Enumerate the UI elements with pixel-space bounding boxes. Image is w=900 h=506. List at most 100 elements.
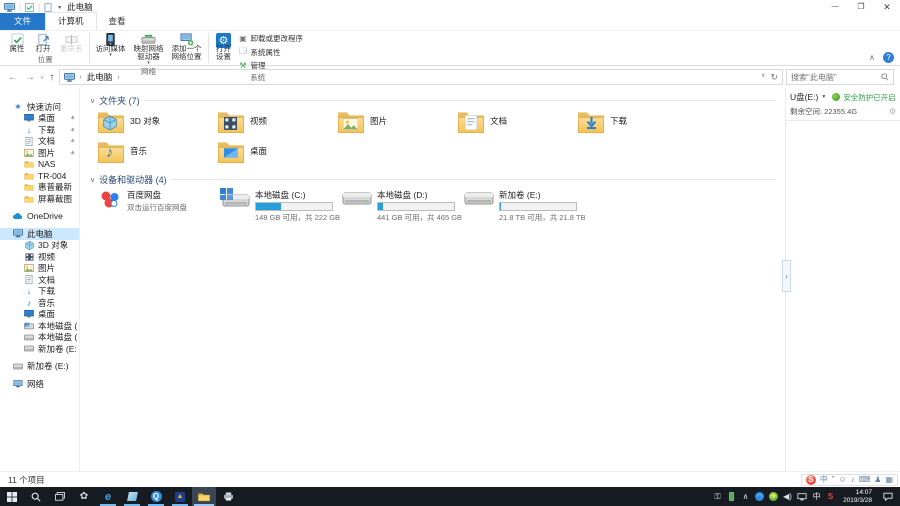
up-button[interactable]: ↑ (47, 72, 56, 83)
app-3d[interactable] (120, 487, 144, 506)
folder-tile-音乐[interactable]: ♪音乐 (98, 139, 218, 168)
sidebar-item-本地磁盘 (C:)[interactable]: 本地磁盘 (C:) (0, 320, 79, 332)
sidebar-item-视频[interactable]: 视频 (0, 251, 79, 263)
usb-drive-name[interactable]: U盘(E:) (790, 91, 818, 103)
ribbon-tab-文件[interactable]: 文件 (0, 13, 45, 30)
sidebar-item-NAS[interactable]: NAS (0, 159, 79, 171)
qat-dropdown[interactable]: ▾ (54, 4, 61, 11)
sogou-tray-icon[interactable]: S (826, 492, 835, 501)
drive-tile-新加卷 (E:)[interactable]: 新加卷 (E:)21.8 TB 可用，共 21.8 TB (464, 188, 586, 223)
volume-icon[interactable]: ◀) (783, 492, 792, 501)
chevron-down-icon[interactable]: ∨ (90, 176, 95, 184)
gear-icon[interactable]: ⚙ (889, 107, 896, 116)
action-center-icon[interactable] (880, 492, 896, 501)
ribbon-button-映射网络驱动器[interactable]: 映射网络 驱动器▾ (130, 32, 168, 66)
sogou-punct[interactable]: ” (832, 475, 835, 485)
sidebar-item-桌面[interactable]: 桌面 (0, 113, 79, 125)
sidebar-item-屏幕截图[interactable]: 屏幕截图 (0, 193, 79, 205)
sidebar-item-TR-004[interactable]: TR-004 (0, 170, 79, 182)
sidebar-item-OneDrive[interactable]: OneDrive (0, 211, 79, 223)
sidebar-item-3D 对象[interactable]: 3D 对象 (0, 240, 79, 252)
sidebar-item-音乐[interactable]: ♪音乐 (0, 297, 79, 309)
sidebar-item-快速访问[interactable]: ★快速访问 (0, 101, 79, 113)
folder-tile-下载[interactable]: 下载 (578, 109, 698, 138)
drive-tile-本地磁盘 (C:)[interactable]: 本地磁盘 (C:)148 GB 可用，共 222 GB (220, 188, 342, 223)
ribbon-collapse-icon[interactable]: ∧ (869, 53, 875, 62)
folders-section-header[interactable]: ∨ 文件夹 (7) (90, 94, 786, 107)
sidebar-item-此电脑[interactable]: 此电脑 (0, 228, 79, 240)
sidebar-item-新加卷 (E:)[interactable]: 新加卷 (E:) (0, 343, 79, 355)
app-printer[interactable] (216, 487, 240, 506)
sidebar-item-图片[interactable]: 图片 (0, 263, 79, 275)
ribbon-tab-计算机[interactable]: 计算机 (45, 12, 97, 30)
ribbon-button-卸载或更改程序[interactable]: ▣卸载或更改程序 (239, 33, 304, 44)
app-edge[interactable]: e (96, 487, 120, 506)
search-input[interactable] (791, 73, 878, 82)
ribbon-button-属性[interactable]: 属性 (4, 32, 30, 54)
help-icon[interactable]: ? (883, 52, 894, 63)
sogou-lang[interactable]: 中 (820, 475, 828, 485)
ribbon-button-打开[interactable]: 打开 (30, 32, 56, 54)
globe-tray-icon[interactable]: ◠ (755, 492, 764, 501)
usb-dropdown-icon[interactable]: ▼ (821, 94, 826, 100)
sogou-input-bar[interactable]: S 中”☺♪⌨♟▦ (801, 474, 898, 486)
folder-tile-桌面[interactable]: 桌面 (218, 139, 338, 168)
sidebar-item-文档[interactable]: 文档 (0, 274, 79, 286)
drive-tile-百度网盘[interactable]: 百度网盘双击运行百度网盘 (98, 188, 220, 223)
ribbon-button-打开设置[interactable]: ⚙打开 设置 (211, 32, 237, 62)
phone-battery-icon[interactable] (727, 492, 736, 501)
sidebar-item-新加卷 (E:)[interactable]: 新加卷 (E:) (0, 361, 79, 373)
new-item-icon[interactable] (44, 3, 52, 12)
app-netdisk[interactable]: ▲ (168, 487, 192, 506)
sidebar-item-网络[interactable]: 网络 (0, 378, 79, 390)
taskbar-search[interactable] (24, 487, 48, 506)
properties-check-icon[interactable] (25, 3, 34, 12)
sidebar-item-本地磁盘 (D:)[interactable]: 本地磁盘 (D:) (0, 332, 79, 344)
usb-device-icon[interactable]: ⚿ (713, 492, 722, 502)
sidebar-item-桌面[interactable]: 桌面 (0, 309, 79, 321)
taskbar-clock[interactable]: 14:07 2019/3/28 (840, 489, 875, 504)
sogou-keyboard[interactable]: ⌨ (859, 475, 871, 485)
sogou-emoji[interactable]: ☺ (839, 475, 847, 485)
folder-tile-3D 对象[interactable]: 3D 对象 (98, 109, 218, 138)
ribbon-button-重命名[interactable]: 重命名 (56, 32, 87, 54)
panel-expand-handle[interactable]: › (782, 260, 791, 292)
sidebar-item-下载[interactable]: ↓下载 (0, 124, 79, 136)
task-view-button[interactable] (48, 487, 72, 506)
pinned-app-pinwheel[interactable]: ✿ (72, 487, 96, 506)
close-button[interactable]: ✕ (874, 0, 900, 14)
shield-tray-icon[interactable]: ✚ (769, 492, 778, 501)
sogou-logo-icon[interactable]: S (806, 475, 816, 485)
sidebar-item-文档[interactable]: 文档 (0, 136, 79, 148)
folder-tile-文档[interactable]: 文档 (458, 109, 578, 138)
drive-tile-本地磁盘 (D:)[interactable]: 本地磁盘 (D:)441 GB 可用，共 465 GB (342, 188, 464, 223)
ribbon-tab-查看[interactable]: 查看 (97, 13, 138, 30)
sidebar-item-图片[interactable]: 图片 (0, 147, 79, 159)
sidebar-item-惠普最新[interactable]: 惠普最新 (0, 182, 79, 194)
folder-tile-图片[interactable]: 图片 (338, 109, 458, 138)
forward-button[interactable]: → (23, 72, 37, 83)
back-button[interactable]: ← (6, 72, 20, 83)
folder-tile-视频[interactable]: 视频 (218, 109, 338, 138)
sogou-voice[interactable]: ♪ (851, 475, 855, 485)
ribbon-button-添加一个网络位置[interactable]: 添加一个 网络位置 (168, 32, 206, 62)
restore-button[interactable]: ❐ (848, 0, 874, 14)
app-file-explorer[interactable] (192, 487, 216, 506)
start-button[interactable] (0, 487, 24, 506)
sogou-skin[interactable]: ♟ (874, 475, 881, 485)
ribbon-button-访问媒体[interactable]: 访问媒体▾ (92, 32, 130, 58)
ime-indicator[interactable]: 中 (812, 491, 821, 502)
address-dropdown-icon[interactable]: ∨ (761, 72, 765, 83)
drives-section-header[interactable]: ∨ 设备和驱动器 (4) (90, 173, 786, 186)
app-q-browser[interactable]: Q (144, 487, 168, 506)
ribbon-button-管理[interactable]: ⚒管理 (239, 60, 304, 71)
search-box[interactable] (786, 69, 894, 85)
refresh-icon[interactable]: ↻ (770, 72, 778, 83)
hidden-icons-chevron[interactable]: ∧ (741, 492, 750, 501)
minimize-button[interactable]: — (822, 0, 848, 14)
ribbon-button-系统属性[interactable]: 🗔系统属性 (239, 45, 304, 59)
recent-locations-dropdown[interactable]: ∨ (40, 74, 44, 81)
this-pc-icon[interactable] (4, 3, 15, 12)
chevron-down-icon[interactable]: ∨ (90, 97, 95, 105)
sidebar-item-下载[interactable]: ↓下载 (0, 286, 79, 298)
